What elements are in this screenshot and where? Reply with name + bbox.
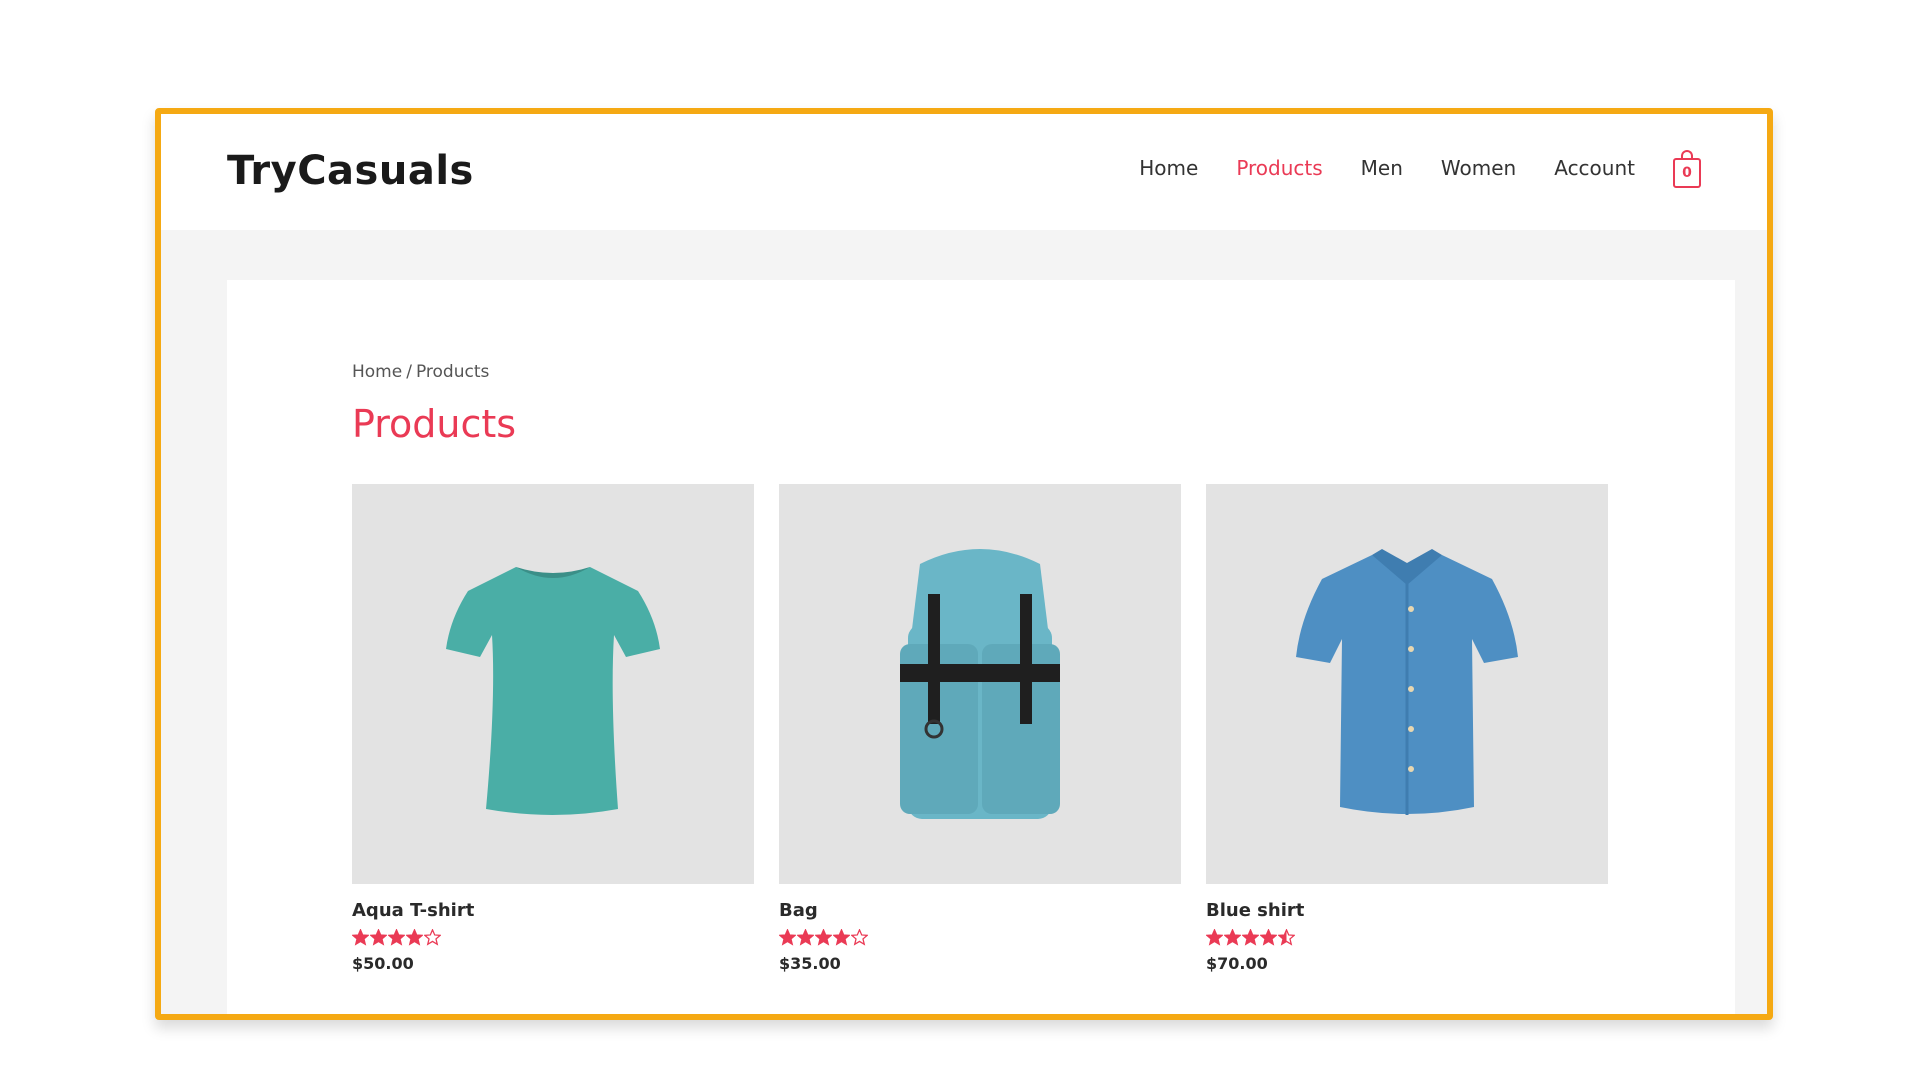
product-name[interactable]: Aqua T-shirt <box>352 900 754 921</box>
product-card: Bag $35.00 <box>779 484 1181 973</box>
product-price: $35.00 <box>779 954 841 973</box>
breadcrumb-current: Products <box>415 362 490 382</box>
star-icon <box>779 929 796 946</box>
star-icon <box>352 929 369 946</box>
nav-account[interactable]: Account <box>1554 149 1635 187</box>
cart-button[interactable]: 0 <box>1673 148 1707 188</box>
breadcrumb-separator: / <box>406 362 412 382</box>
rating-stars <box>352 929 754 946</box>
star-icon <box>851 929 868 946</box>
page-title: Products <box>352 402 517 446</box>
star-icon <box>370 929 387 946</box>
rating-stars <box>1206 929 1608 946</box>
product-name[interactable]: Blue shirt <box>1206 900 1608 921</box>
breadcrumb-home[interactable]: Home <box>352 362 402 382</box>
product-image[interactable] <box>1206 484 1608 884</box>
product-card: Blue shirt $70.00 <box>1206 484 1608 973</box>
content-area: Home / Products Products Aqua T-shirt $50.… <box>227 280 1735 1014</box>
backpack-icon <box>900 549 1060 819</box>
star-icon <box>1242 929 1259 946</box>
product-card: Aqua T-shirt $50.00 <box>352 484 754 973</box>
product-price: $50.00 <box>352 954 414 973</box>
product-grid: Aqua T-shirt $50.00 Bag $35.00 Blue shir… <box>352 484 1608 973</box>
nav-products[interactable]: Products <box>1236 149 1322 187</box>
star-icon <box>1278 929 1295 946</box>
site-logo[interactable]: TryCasuals <box>227 148 474 194</box>
nav-men[interactable]: Men <box>1361 149 1403 187</box>
rating-stars <box>779 929 1181 946</box>
product-name[interactable]: Bag <box>779 900 1181 921</box>
main-nav: Home Products Men Women Account 0 <box>1101 148 1707 188</box>
breadcrumb: Home / Products <box>352 362 489 382</box>
shirt-icon <box>1296 549 1518 815</box>
star-icon <box>388 929 405 946</box>
star-icon <box>815 929 832 946</box>
product-image[interactable] <box>352 484 754 884</box>
product-image[interactable] <box>779 484 1181 884</box>
star-icon <box>797 929 814 946</box>
cart-count: 0 <box>1673 158 1701 188</box>
star-icon <box>833 929 850 946</box>
star-icon <box>1260 929 1277 946</box>
star-icon <box>406 929 423 946</box>
site-header: TryCasuals Home Products Men Women Accou… <box>161 114 1767 230</box>
nav-women[interactable]: Women <box>1441 149 1516 187</box>
star-icon <box>1224 929 1241 946</box>
tshirt-icon <box>446 567 660 815</box>
nav-home[interactable]: Home <box>1139 149 1198 187</box>
browser-frame: TryCasuals Home Products Men Women Accou… <box>155 108 1773 1020</box>
product-price: $70.00 <box>1206 954 1268 973</box>
star-icon <box>1206 929 1223 946</box>
star-icon <box>424 929 441 946</box>
